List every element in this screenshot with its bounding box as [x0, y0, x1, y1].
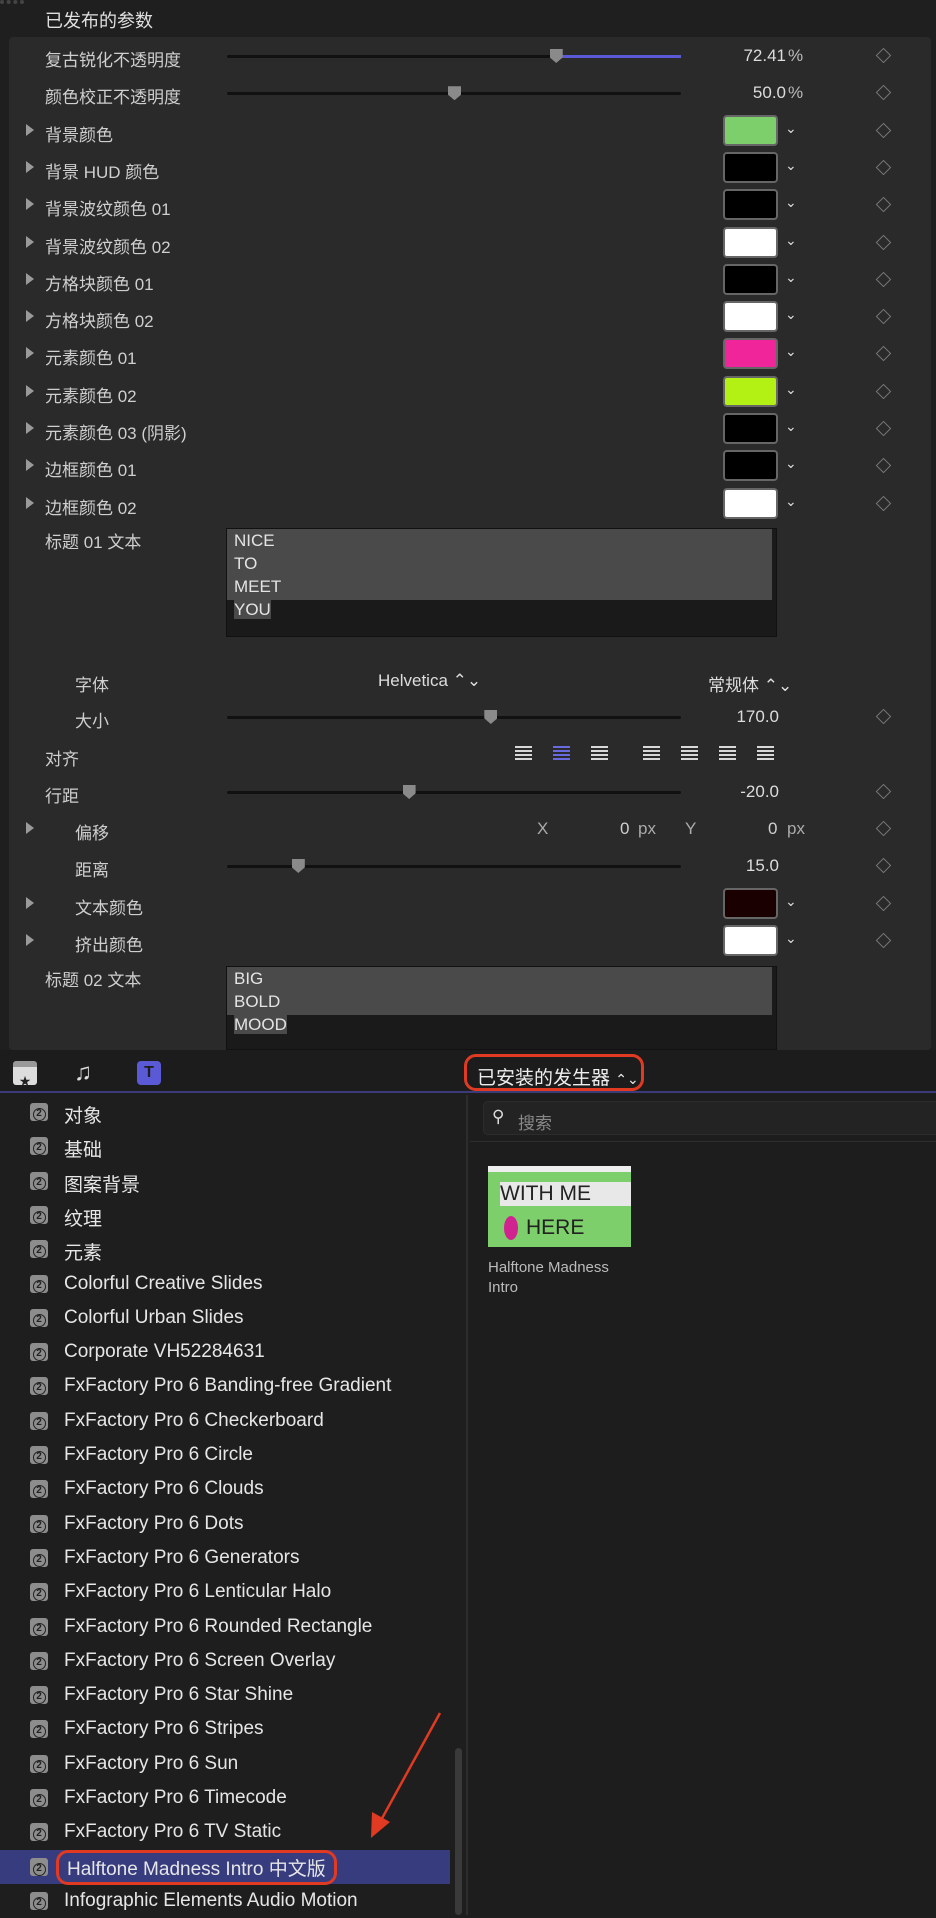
red-arrow-annotation — [371, 1712, 442, 1838]
